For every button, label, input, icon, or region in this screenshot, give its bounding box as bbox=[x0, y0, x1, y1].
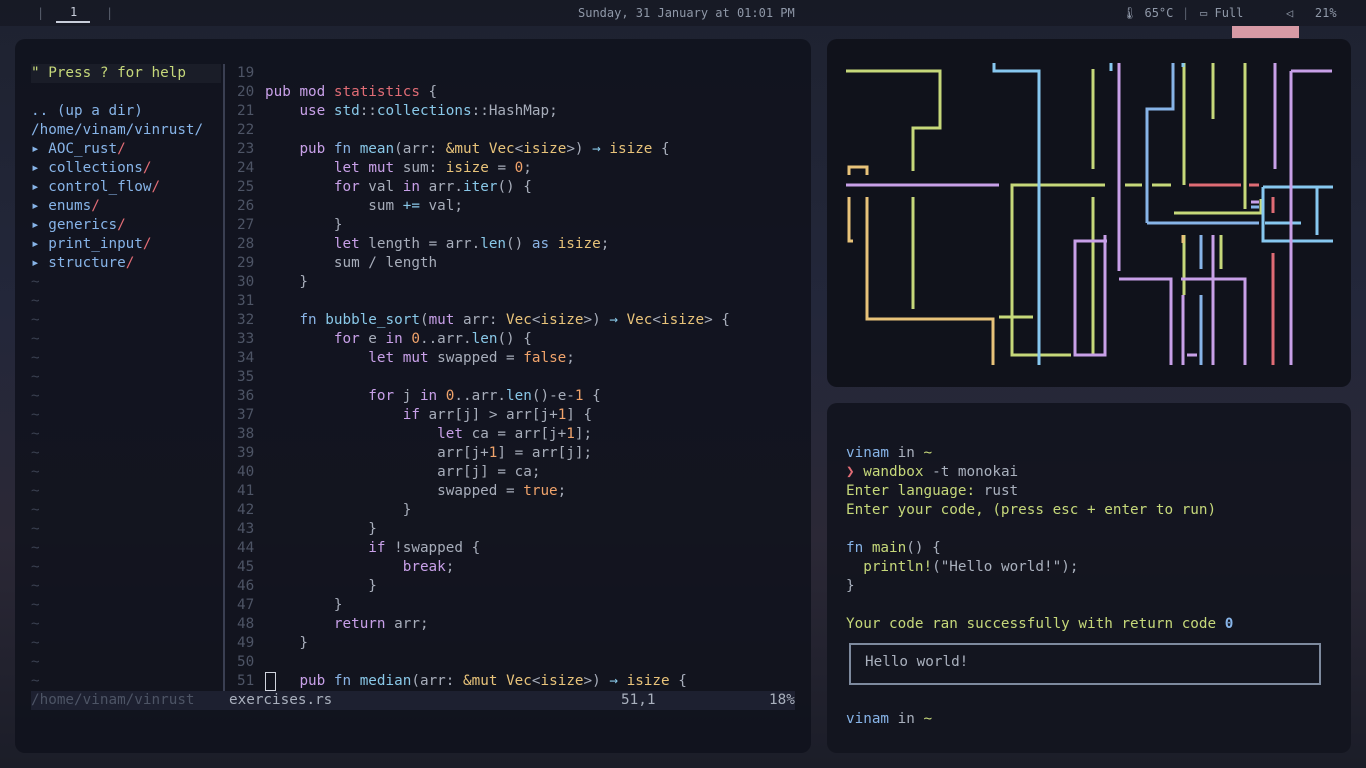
result-line: Your code ran successfully with return c… bbox=[846, 616, 1234, 632]
tree-dir-print-input[interactable]: ▸ print_input/ bbox=[31, 235, 152, 254]
separator: | bbox=[37, 6, 45, 20]
pipe-segment bbox=[847, 197, 853, 243]
pipe-segment bbox=[992, 63, 1041, 365]
wandbox-terminal-window[interactable]: vinam in ~ ❯ wandbox -t monokai Enter la… bbox=[827, 403, 1351, 753]
language-prompt-line: Enter language: rust bbox=[846, 483, 1019, 499]
active-workspace-indicator bbox=[56, 21, 90, 23]
code-prompt-line: Enter your code, (press esc + enter to r… bbox=[846, 502, 1217, 518]
tree-help-text: " Press ? for help bbox=[31, 64, 221, 83]
status-cursor-position: 51,1 bbox=[621, 692, 656, 708]
thermometer-icon: 🌡 bbox=[1122, 6, 1138, 20]
battery-indicator: ▭ Full bbox=[1200, 6, 1244, 20]
command-line: ❯ wandbox -t monokai bbox=[846, 464, 1019, 480]
split-divider[interactable] bbox=[223, 64, 225, 710]
tree-dir-collections[interactable]: ▸ collections/ bbox=[31, 159, 152, 178]
pipe-segment bbox=[865, 197, 995, 365]
line-numbers: 19 20 21 22 23 24 25 26 27 28 29 30 31 3… bbox=[237, 65, 255, 689]
workspace-1[interactable]: 1 bbox=[70, 5, 77, 19]
tree-up-dir[interactable]: .. (up a dir) bbox=[31, 102, 143, 121]
final-prompt-line[interactable]: vinam in ~ bbox=[846, 710, 932, 729]
tree-dir-control-flow[interactable]: ▸ control_flow/ bbox=[31, 178, 160, 197]
separator: | bbox=[1182, 6, 1190, 20]
temperature-indicator: 🌡 65°C bbox=[1122, 6, 1174, 20]
empty-line-marker: ~ ~ ~ ~ ~ ~ ~ ~ ~ ~ ~ ~ ~ ~ ~ ~ ~ ~ ~ ~ … bbox=[31, 274, 40, 689]
tree-dir-structure[interactable]: ▸ structure/ bbox=[31, 254, 134, 273]
status-file-name: exercises.rs bbox=[229, 692, 333, 708]
prompt-line: vinam in ~ bbox=[846, 445, 933, 461]
pipe-segment bbox=[846, 69, 942, 171]
volume-indicator[interactable]: ◁ 21% bbox=[1286, 6, 1337, 20]
pipes-animation bbox=[846, 63, 1333, 365]
top-status-bar: | 1 | Sunday, 31 January at 01:01 PM 🌡 6… bbox=[0, 0, 1366, 26]
tree-dir-aoc-rust[interactable]: ▸ AOC_rust/ bbox=[31, 140, 126, 159]
input-code-line-1: fn main() { bbox=[846, 540, 941, 556]
output-box: Hello world! bbox=[849, 643, 1321, 685]
separator: | bbox=[106, 6, 114, 20]
text-cursor bbox=[265, 672, 276, 691]
pipes-terminal-window[interactable] bbox=[827, 39, 1351, 387]
pipe-segment bbox=[1119, 277, 1173, 365]
tree-dir-enums[interactable]: ▸ enums/ bbox=[31, 197, 100, 216]
status-scroll-percent: 18% bbox=[769, 692, 795, 708]
clock: Sunday, 31 January at 01:01 PM bbox=[578, 6, 795, 20]
pipe-segment bbox=[1010, 183, 1071, 357]
input-code-line-3: } bbox=[846, 578, 855, 594]
pipe-segment bbox=[1174, 199, 1263, 215]
tree-dir-generics[interactable]: ▸ generics/ bbox=[31, 216, 126, 235]
code-buffer[interactable]: pub mod statistics { use std::collection… bbox=[265, 64, 730, 691]
status-tree-path: /home/vinam/vinrust bbox=[31, 692, 195, 708]
vim-status-line: /home/vinam/vinrust exercises.rs 51,1 18… bbox=[31, 691, 795, 710]
pipe-segment bbox=[847, 165, 869, 175]
vim-editor-window[interactable]: " Press ? for help .. (up a dir) /home/v… bbox=[15, 39, 811, 753]
pipe-segment bbox=[1145, 63, 1175, 223]
tree-root-path: /home/vinam/vinrust/ bbox=[31, 122, 204, 138]
window-indicator bbox=[1232, 26, 1299, 38]
input-code-line-2: println!("Hello world!"); bbox=[863, 559, 1079, 575]
speaker-icon: ◁ bbox=[1286, 6, 1294, 20]
output-text: Hello world! bbox=[865, 654, 969, 670]
battery-icon: ▭ bbox=[1200, 6, 1208, 20]
pipe-segment bbox=[1073, 235, 1107, 357]
